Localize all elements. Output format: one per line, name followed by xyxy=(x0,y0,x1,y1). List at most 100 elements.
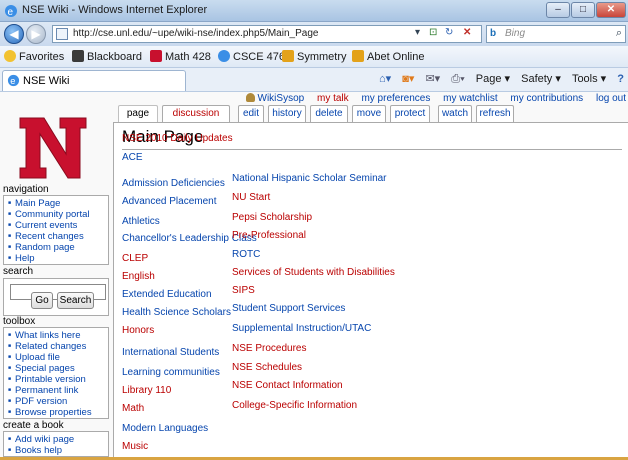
tab-nse-wiki[interactable]: e NSE Wiki xyxy=(2,70,186,91)
book-portlet: Add wiki pageBooks help xyxy=(3,431,109,457)
dropdown-icon[interactable]: ▾ xyxy=(415,27,420,38)
user-link[interactable]: WikiSysop xyxy=(245,93,304,104)
minimize-button[interactable]: – xyxy=(546,2,570,18)
book-add-wiki-page[interactable]: Add wiki page xyxy=(8,434,108,445)
tab-watch[interactable]: watch xyxy=(438,105,472,122)
back-button[interactable]: ◀ xyxy=(4,24,24,44)
personal-my-watchlist[interactable]: my watchlist xyxy=(443,93,497,104)
search-go-icon[interactable]: ⌕ xyxy=(616,27,622,40)
link-supplemental-instruction-utac[interactable]: Supplemental Instruction/UTAC xyxy=(232,323,371,334)
link-admission-deficiencies[interactable]: Admission Deficiencies xyxy=(122,178,225,189)
nav-help[interactable]: Help xyxy=(8,253,108,264)
fav-math428[interactable]: Math 428 xyxy=(150,50,211,63)
link-library-110[interactable]: Library 110 xyxy=(122,385,171,396)
feeds-icon[interactable]: ◙▾ xyxy=(402,73,414,85)
fav-label: Math 428 xyxy=(165,51,211,63)
help-icon[interactable]: ? xyxy=(617,73,624,85)
ie-logo-icon: e xyxy=(5,5,17,18)
tab-title: NSE Wiki xyxy=(23,75,70,87)
nav-main-page[interactable]: Main Page xyxy=(8,198,108,209)
book-books-help[interactable]: Books help xyxy=(8,445,108,456)
toolbox-pdf-version[interactable]: PDF version xyxy=(8,396,108,407)
favorites-button[interactable]: Favorites xyxy=(4,50,64,63)
nav-recent-changes[interactable]: Recent changes xyxy=(8,231,108,242)
tab-refresh[interactable]: refresh xyxy=(476,105,514,122)
search-button[interactable]: Search xyxy=(57,292,94,309)
fav-blackboard[interactable]: Blackboard xyxy=(72,50,142,63)
link-honors[interactable]: Honors xyxy=(122,325,154,336)
link-services-of-students-with-disabilities[interactable]: Services of Students with Disabilities xyxy=(232,267,395,278)
safety-menu[interactable]: Safety ▾ xyxy=(521,73,561,85)
tab-delete[interactable]: delete xyxy=(310,105,348,122)
fav-symmetry[interactable]: Symmetry xyxy=(282,50,347,63)
personal-my-contributions[interactable]: my contributions xyxy=(510,93,583,104)
tab-move[interactable]: move xyxy=(352,105,386,122)
link-nse-2010-daily-updates[interactable]: NSE 2010 Daily Updates xyxy=(122,133,233,144)
link-music[interactable]: Music xyxy=(122,441,148,452)
link-math[interactable]: Math xyxy=(122,403,144,414)
link-ace[interactable]: ACE xyxy=(122,152,143,163)
fav-csce476[interactable]: CSCE 476 xyxy=(218,50,285,63)
tools-menu[interactable]: Tools ▾ xyxy=(572,73,606,85)
link-clep[interactable]: CLEP xyxy=(122,253,148,264)
tab-page[interactable]: page xyxy=(118,105,158,122)
nav-current-events[interactable]: Current events xyxy=(8,220,108,231)
link-college-specific-information[interactable]: College-Specific Information xyxy=(232,400,357,411)
link-nse-schedules[interactable]: NSE Schedules xyxy=(232,362,302,373)
site-logo[interactable] xyxy=(8,108,98,188)
refresh-icon[interactable]: ↻ xyxy=(445,27,453,38)
tab-edit[interactable]: edit xyxy=(238,105,264,122)
link-modern-languages[interactable]: Modern Languages xyxy=(122,423,208,434)
link-pepsi-scholarship[interactable]: Pepsi Scholarship xyxy=(232,212,312,223)
link-advanced-placement[interactable]: Advanced Placement xyxy=(122,196,217,207)
symmetry-icon xyxy=(282,50,294,62)
link-sips[interactable]: SIPS xyxy=(232,285,255,296)
link-student-support-services[interactable]: Student Support Services xyxy=(232,303,345,314)
nav-random-page[interactable]: Random page xyxy=(8,242,108,253)
personal-log-out[interactable]: log out xyxy=(596,93,626,104)
toolbox-related-changes[interactable]: Related changes xyxy=(8,341,108,352)
link-rotc[interactable]: ROTC xyxy=(232,249,260,260)
tab-history[interactable]: history xyxy=(268,105,306,122)
toolbox-browse-properties[interactable]: Browse properties xyxy=(8,407,108,418)
toolbox-special-pages[interactable]: Special pages xyxy=(8,363,108,374)
link-extended-education[interactable]: Extended Education xyxy=(122,289,212,300)
link-pre-professional[interactable]: Pre-Professional xyxy=(232,230,306,241)
close-window-button[interactable]: ✕ xyxy=(596,2,626,18)
link-nse-contact-information[interactable]: NSE Contact Information xyxy=(232,380,343,391)
link-health-science-scholars[interactable]: Health Science Scholars xyxy=(122,307,231,318)
tab-row: e NSE Wiki ⌂▾ ◙▾ ✉▾ ⎙▾ Page ▾ Safety ▾ T… xyxy=(0,68,628,92)
nav-community-portal[interactable]: Community portal xyxy=(8,209,108,220)
link-athletics[interactable]: Athletics xyxy=(122,216,160,227)
toolbox-printable-version[interactable]: Printable version xyxy=(8,374,108,385)
toolbox-what-links-here[interactable]: What links here xyxy=(8,330,108,341)
print-icon[interactable]: ⎙▾ xyxy=(451,73,464,85)
fav-label: Blackboard xyxy=(87,51,143,63)
toolbox-upload-file[interactable]: Upload file xyxy=(8,352,108,363)
search-field[interactable]: b Bing ⌕ xyxy=(486,25,626,43)
link-international-students[interactable]: International Students xyxy=(122,347,219,358)
personal-my-talk[interactable]: my talk xyxy=(317,93,349,104)
navigation-heading: navigation xyxy=(3,184,49,195)
svg-text:e: e xyxy=(8,7,14,18)
tab-protect[interactable]: protect xyxy=(390,105,430,122)
link-learning-communities[interactable]: Learning communities xyxy=(122,367,220,378)
tab-discussion[interactable]: discussion xyxy=(162,105,230,122)
maximize-button[interactable]: □ xyxy=(571,2,595,18)
link-nse-procedures[interactable]: NSE Procedures xyxy=(232,343,306,354)
toolbox-permanent-link[interactable]: Permanent link xyxy=(8,385,108,396)
page-menu[interactable]: Page ▾ xyxy=(476,73,510,85)
link-nu-start[interactable]: NU Start xyxy=(232,192,270,203)
mail-icon[interactable]: ✉▾ xyxy=(425,73,440,85)
go-button[interactable]: Go xyxy=(31,292,53,309)
fav-abet[interactable]: Abet Online xyxy=(352,50,424,63)
forward-button[interactable]: ▶ xyxy=(26,24,46,44)
link-national-hispanic-scholar-seminar[interactable]: National Hispanic Scholar Seminar xyxy=(232,173,387,184)
url-field[interactable]: http://cse.unl.edu/~upe/wiki-nse/index.p… xyxy=(52,25,482,43)
personal-my-preferences[interactable]: my preferences xyxy=(361,93,430,104)
home-icon[interactable]: ⌂▾ xyxy=(379,73,391,85)
compat-view-icon[interactable]: ⊡ xyxy=(429,27,437,38)
link-english[interactable]: English xyxy=(122,271,155,282)
stop-icon[interactable]: ✕ xyxy=(463,27,471,38)
bing-icon: b xyxy=(490,28,497,39)
